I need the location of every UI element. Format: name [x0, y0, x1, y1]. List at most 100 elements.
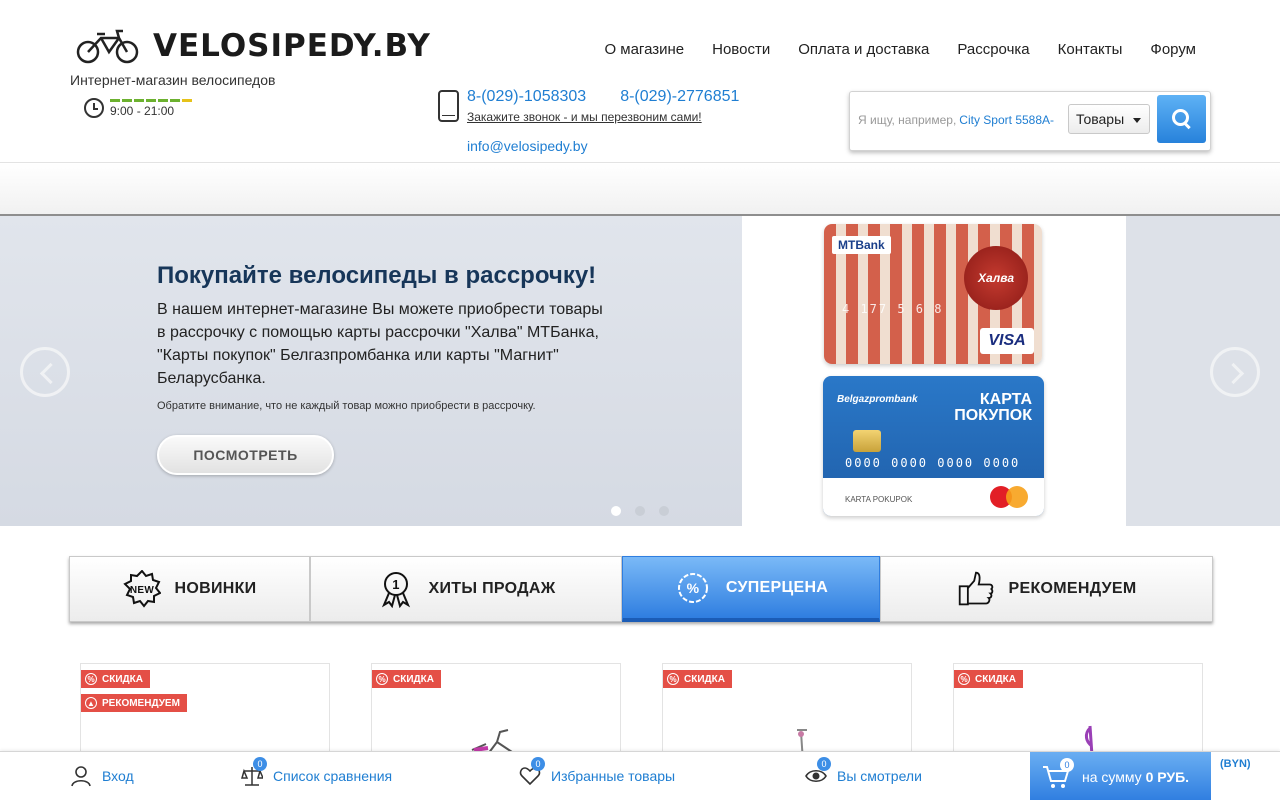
- pokupok-card-holder: KARTA POKUPOK: [845, 495, 913, 504]
- tab-label: РЕКОМЕНДУЕМ: [1008, 580, 1137, 597]
- phone-icon: [438, 90, 459, 122]
- nav-contacts[interactable]: Контакты: [1058, 41, 1123, 58]
- top-navigation: О магазине Новости Оплата и доставка Рас…: [604, 41, 1196, 58]
- phone-link-1[interactable]: 8-(029)-1058303: [467, 88, 586, 106]
- cart-sum-prefix: на сумму: [1082, 768, 1142, 785]
- percent-icon: %: [667, 673, 679, 685]
- discount-badge: % СКИДКА: [954, 670, 1023, 688]
- search-category-select[interactable]: Товары: [1068, 104, 1150, 134]
- recommended-badge: ▲ РЕКОМЕНДУЕМ: [81, 694, 187, 712]
- award-icon: 1: [377, 570, 415, 608]
- tab-bestsellers[interactable]: 1 ХИТЫ ПРОДАЖ: [310, 556, 622, 622]
- search-icon: [1171, 109, 1192, 129]
- thumbs-up-icon: ▲: [85, 697, 97, 709]
- svg-text:1: 1: [392, 577, 400, 592]
- cart-sum: 0 РУБ.: [1145, 768, 1190, 785]
- percent-icon: %: [958, 673, 970, 685]
- favorites-count: 0: [531, 757, 545, 771]
- site-logo[interactable]: VELOSIPEDY.BY: [75, 28, 431, 64]
- svg-text:NEW: NEW: [129, 585, 153, 596]
- pokupok-card-number: 0000 0000 0000 0000: [845, 456, 1021, 470]
- callback-link[interactable]: Закажите звонок - и мы перезвоним сами!: [467, 110, 702, 124]
- user-icon: [71, 766, 91, 787]
- visa-logo: VISA: [980, 328, 1034, 354]
- percent-icon: %: [85, 673, 97, 685]
- belgazprombank-logo: Belgazprombank: [837, 394, 918, 405]
- nav-payment-delivery[interactable]: Оплата и доставка: [798, 41, 929, 58]
- percent-icon: %: [376, 673, 388, 685]
- mastercard-logo: [990, 486, 1030, 508]
- tab-label: НОВИНКИ: [174, 580, 257, 597]
- pokupok-card-title: КАРТА ПОКУПОК: [954, 391, 1032, 424]
- thumbs-up-icon: [957, 570, 995, 608]
- halva-seal: Халва: [964, 246, 1028, 310]
- login-label: Вход: [102, 768, 134, 784]
- compare-label: Список сравнения: [273, 768, 393, 784]
- menu-band: [0, 162, 1280, 216]
- viewed-link[interactable]: 0 Вы смотрели: [805, 757, 922, 787]
- site-tagline: Интернет-магазин велосипедов: [70, 72, 276, 88]
- discount-badge: % СКИДКА: [663, 670, 732, 688]
- nav-installments[interactable]: Рассрочка: [957, 41, 1029, 58]
- slider-prev-arrow-icon[interactable]: [20, 347, 70, 397]
- tab-label: СУПЕРЦЕНА: [725, 578, 829, 596]
- search-button[interactable]: [1157, 95, 1206, 143]
- favorites-link[interactable]: 0 Избранные товары: [519, 757, 676, 787]
- search-input[interactable]: Я ищу, например, City Sport 5588A-: [858, 106, 1068, 134]
- compare-count: 0: [253, 757, 267, 771]
- tab-new[interactable]: NEW НОВИНКИ: [69, 556, 310, 622]
- slider-dot[interactable]: [635, 506, 645, 516]
- hours-indicator: [110, 98, 192, 102]
- clock-icon: [84, 98, 104, 118]
- pokupok-card-image: Belgazprombank КАРТА ПОКУПОК 0000 0000 0…: [823, 376, 1044, 516]
- nav-forum[interactable]: Форум: [1150, 41, 1196, 58]
- bottom-panel: Вход 0 Список сравнения 0 Избранные това…: [0, 751, 1280, 800]
- cart-count: 0: [1060, 757, 1074, 772]
- slider-next-arrow-icon[interactable]: [1210, 347, 1260, 397]
- halva-card-image: MTBank Халва 4 177 5 6 8 VISA: [824, 224, 1042, 364]
- card-chip: [853, 430, 881, 452]
- login-link[interactable]: Вход: [70, 765, 134, 787]
- currency-switch[interactable]: (BYN): [1220, 758, 1251, 770]
- hours-text: 9:00 - 21:00: [110, 103, 175, 118]
- promo-slider: MTBank Халва 4 177 5 6 8 VISA Belgazprom…: [0, 216, 1280, 526]
- new-badge-icon: NEW: [122, 570, 161, 608]
- tab-superprice[interactable]: % СУПЕРЦЕНА: [622, 556, 880, 622]
- working-hours: 9:00 - 21:00: [84, 98, 192, 118]
- discount-badge: % СКИДКА: [81, 670, 150, 688]
- slide-note: Обратите внимание, что не каждый товар м…: [157, 400, 536, 412]
- product-tabs: NEW НОВИНКИ 1 ХИТЫ ПРОДАЖ % СУПЕРЦЕНА РЕ…: [69, 556, 1213, 622]
- percent-icon: %: [674, 569, 712, 607]
- nav-about[interactable]: О магазине: [604, 41, 684, 58]
- svg-text:%: %: [686, 580, 699, 596]
- search-placeholder-hint: Я ищу, например,: [858, 113, 957, 127]
- nav-news[interactable]: Новости: [712, 41, 770, 58]
- discount-badge: % СКИДКА: [372, 670, 441, 688]
- viewed-count: 0: [817, 757, 831, 771]
- search-box: Я ищу, например, City Sport 5588A- Товар…: [849, 91, 1211, 151]
- slide-image-panel: MTBank Халва 4 177 5 6 8 VISA Belgazprom…: [742, 216, 1126, 526]
- slider-dot[interactable]: [611, 506, 621, 516]
- halva-card-number: 4 177 5 6 8: [842, 302, 944, 316]
- compare-link[interactable]: 0 Список сравнения: [241, 757, 393, 787]
- search-category-value: Товары: [1076, 111, 1125, 127]
- bicycle-icon: [76, 29, 139, 64]
- halva-bank-logo: MTBank: [832, 236, 891, 254]
- cart-button[interactable]: 0 на сумму 0 РУБ.: [1030, 752, 1211, 800]
- phone-link-2[interactable]: 8-(029)-2776851: [620, 88, 739, 106]
- slide-title: Покупайте велосипеды в рассрочку!: [157, 262, 597, 289]
- phone-numbers: 8-(029)-1058303 8-(029)-2776851: [467, 88, 739, 106]
- tab-label: ХИТЫ ПРОДАЖ: [428, 580, 556, 597]
- slide-view-button[interactable]: ПОСМОТРЕТЬ: [157, 435, 334, 475]
- logo-text: VELOSIPEDY.BY: [153, 28, 431, 64]
- email-link[interactable]: info@velosipedy.by: [467, 138, 588, 154]
- favorites-label: Избранные товары: [551, 768, 676, 784]
- tab-recommended[interactable]: РЕКОМЕНДУЕМ: [880, 556, 1213, 622]
- slide-description: В нашем интернет-магазине Вы можете прио…: [157, 301, 603, 387]
- slider-dot[interactable]: [659, 506, 669, 516]
- slider-dots: [611, 506, 669, 516]
- site-header: VELOSIPEDY.BY Интернет-магазин велосипед…: [0, 0, 1280, 162]
- search-placeholder-example: City Sport 5588A-: [959, 113, 1055, 127]
- viewed-label: Вы смотрели: [837, 768, 922, 784]
- chevron-down-icon: [1133, 118, 1141, 123]
